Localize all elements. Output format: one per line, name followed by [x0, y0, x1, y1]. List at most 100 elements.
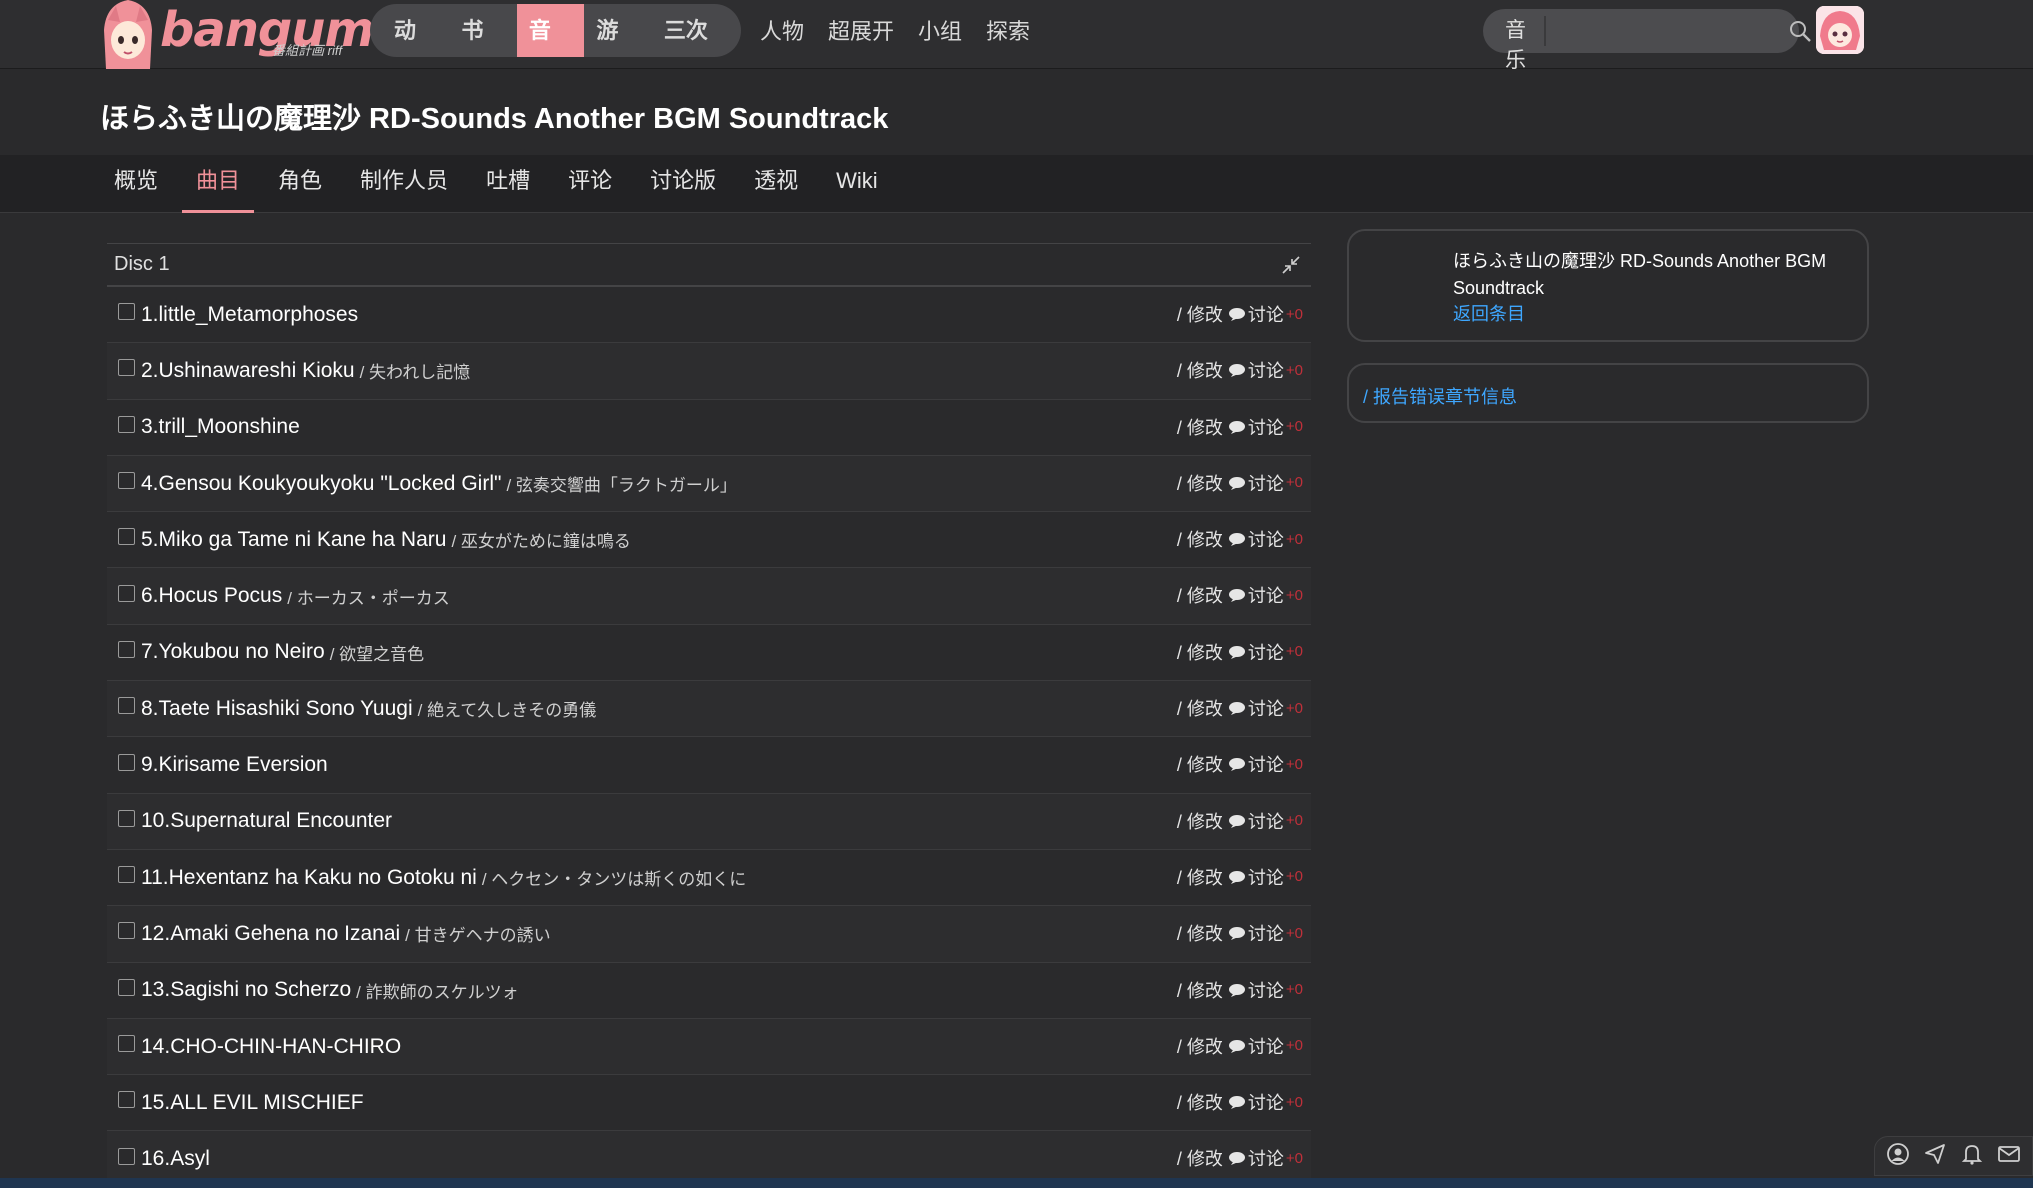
tab-comments[interactable]: 吐槽 — [472, 155, 544, 213]
track-title[interactable]: 5.Miko ga Tame ni Kane ha Naru — [141, 528, 446, 552]
category-tab-games[interactable]: 游戏 — [584, 4, 651, 57]
nav-link-rakuen[interactable]: 超展开 — [828, 14, 894, 46]
track-checkbox[interactable] — [118, 866, 135, 884]
track-actions: / 修改 讨论 +0 — [1177, 357, 1303, 383]
discuss-link[interactable]: 讨论 — [1248, 1089, 1284, 1115]
discuss-link[interactable]: 讨论 — [1248, 1145, 1284, 1171]
collapse-icon[interactable] — [1279, 253, 1303, 277]
track-checkbox[interactable] — [118, 359, 135, 377]
discuss-link[interactable]: 讨论 — [1248, 864, 1284, 890]
edit-link[interactable]: / 修改 — [1177, 864, 1223, 890]
category-tab-real[interactable]: 三次元 — [652, 4, 741, 57]
edit-link[interactable]: / 修改 — [1177, 920, 1223, 946]
discuss-link[interactable]: 讨论 — [1248, 639, 1284, 665]
edit-link[interactable]: / 修改 — [1177, 639, 1223, 665]
nav-link-groups[interactable]: 小组 — [918, 14, 962, 46]
search-icon[interactable] — [1788, 9, 1812, 53]
track-title[interactable]: 1.little_Metamorphoses — [141, 303, 358, 327]
track-checkbox[interactable] — [118, 978, 135, 996]
user-icon[interactable] — [1886, 1142, 1910, 1171]
back-to-subject-link[interactable]: 返回条目 — [1453, 300, 1525, 326]
tab-characters[interactable]: 角色 — [264, 155, 336, 213]
track-checkbox[interactable] — [118, 1035, 135, 1052]
search-input[interactable] — [1546, 11, 1788, 51]
track-title[interactable]: 9.Kirisame Eversion — [141, 753, 328, 777]
track-checkbox[interactable] — [118, 1147, 135, 1165]
track-checkbox[interactable] — [118, 1091, 135, 1109]
track-checkbox[interactable] — [118, 584, 135, 602]
tab-reviews[interactable]: 评论 — [554, 155, 626, 213]
tab-overview[interactable]: 概览 — [100, 155, 172, 213]
report-error-link[interactable]: / 报告错误章节信息 — [1363, 383, 1517, 409]
track-checkbox[interactable] — [118, 640, 135, 658]
discuss-link[interactable]: 讨论 — [1248, 470, 1284, 496]
discuss-link[interactable]: 讨论 — [1248, 808, 1284, 834]
edit-link[interactable]: / 修改 — [1177, 1089, 1223, 1115]
track-title[interactable]: 6.Hocus Pocus — [141, 584, 282, 608]
track-title[interactable]: 13.Sagishi no Scherzo — [141, 978, 351, 1002]
discuss-link[interactable]: 讨论 — [1248, 977, 1284, 1003]
discuss-link[interactable]: 讨论 — [1248, 357, 1284, 383]
comment-count: +0 — [1285, 1093, 1303, 1111]
discuss-link[interactable]: 讨论 — [1248, 920, 1284, 946]
bottom-edge-bar — [0, 1178, 2033, 1188]
edit-link[interactable]: / 修改 — [1177, 582, 1223, 608]
track-title[interactable]: 11.Hexentanz ha Kaku no Gotoku ni — [141, 866, 477, 890]
track-title[interactable]: 7.Yokubou no Neiro — [141, 640, 325, 664]
track-title[interactable]: 8.Taete Hisashiki Sono Yuugi — [141, 697, 413, 721]
track-checkbox[interactable] — [118, 922, 135, 940]
discuss-link[interactable]: 讨论 — [1248, 751, 1284, 777]
track-checkbox[interactable] — [118, 697, 135, 715]
tab-staff[interactable]: 制作人员 — [346, 155, 462, 213]
edit-link[interactable]: / 修改 — [1177, 301, 1223, 327]
nav-link-people[interactable]: 人物 — [760, 14, 804, 46]
tab-wiki[interactable]: Wiki — [822, 155, 892, 213]
category-tab-music[interactable]: 音乐 — [516, 4, 585, 57]
track-checkbox[interactable] — [118, 809, 135, 827]
track-title[interactable]: 10.Supernatural Encounter — [141, 809, 392, 833]
track-title[interactable]: 14.CHO-CHIN-HAN-CHIRO — [141, 1035, 401, 1059]
discuss-link[interactable]: 讨论 — [1248, 1033, 1284, 1059]
edit-link[interactable]: / 修改 — [1177, 808, 1223, 834]
track-title[interactable]: 2.Ushinawareshi Kioku — [141, 359, 355, 383]
discuss-link[interactable]: 讨论 — [1248, 695, 1284, 721]
mail-icon[interactable] — [1997, 1142, 2021, 1171]
edit-link[interactable]: / 修改 — [1177, 526, 1223, 552]
track-title[interactable]: 3.trill_Moonshine — [141, 415, 300, 439]
discuss-link[interactable]: 讨论 — [1248, 301, 1284, 327]
track-title[interactable]: 12.Amaki Gehena no Izanai — [141, 922, 400, 946]
edit-link[interactable]: / 修改 — [1177, 751, 1223, 777]
edit-link[interactable]: / 修改 — [1177, 357, 1223, 383]
page-title[interactable]: ほらふき山の魔理沙 RD-Sounds Another BGM Soundtra… — [100, 95, 888, 137]
nav-link-explore[interactable]: 探索 — [986, 14, 1030, 46]
track-title[interactable]: 15.ALL EVIL MISCHIEF — [141, 1091, 364, 1115]
edit-link[interactable]: / 修改 — [1177, 695, 1223, 721]
comment-bubble-icon — [1228, 702, 1245, 716]
track-actions: / 修改 讨论 +0 — [1177, 751, 1303, 777]
track-title[interactable]: 4.Gensou Koukyoukyoku "Locked Girl" — [141, 472, 501, 496]
edit-link[interactable]: / 修改 — [1177, 1145, 1223, 1171]
bell-icon[interactable] — [1960, 1142, 1984, 1171]
tab-stats[interactable]: 透视 — [740, 155, 812, 213]
track-checkbox[interactable] — [118, 472, 135, 490]
send-icon[interactable] — [1923, 1142, 1947, 1171]
edit-link[interactable]: / 修改 — [1177, 470, 1223, 496]
edit-link[interactable]: / 修改 — [1177, 414, 1223, 440]
track-title[interactable]: 16.Asyl — [141, 1147, 210, 1171]
search-category-select[interactable]: 音乐 — [1483, 16, 1546, 72]
category-tab-anime[interactable]: 动画 — [382, 4, 449, 57]
subject-card-title[interactable]: ほらふき山の魔理沙 RD-Sounds Another BGM Soundtra… — [1453, 248, 1853, 302]
user-avatar[interactable] — [1816, 6, 1864, 54]
discuss-link[interactable]: 讨论 — [1248, 414, 1284, 440]
tab-board[interactable]: 讨论版 — [636, 155, 730, 213]
track-checkbox[interactable] — [118, 528, 135, 546]
edit-link[interactable]: / 修改 — [1177, 977, 1223, 1003]
tab-tracklist[interactable]: 曲目 — [182, 155, 255, 213]
category-tab-books[interactable]: 书籍 — [449, 4, 516, 57]
discuss-link[interactable]: 讨论 — [1248, 582, 1284, 608]
track-checkbox[interactable] — [118, 303, 135, 321]
track-checkbox[interactable] — [118, 753, 135, 771]
edit-link[interactable]: / 修改 — [1177, 1033, 1223, 1059]
discuss-link[interactable]: 讨论 — [1248, 526, 1284, 552]
track-checkbox[interactable] — [118, 415, 135, 433]
